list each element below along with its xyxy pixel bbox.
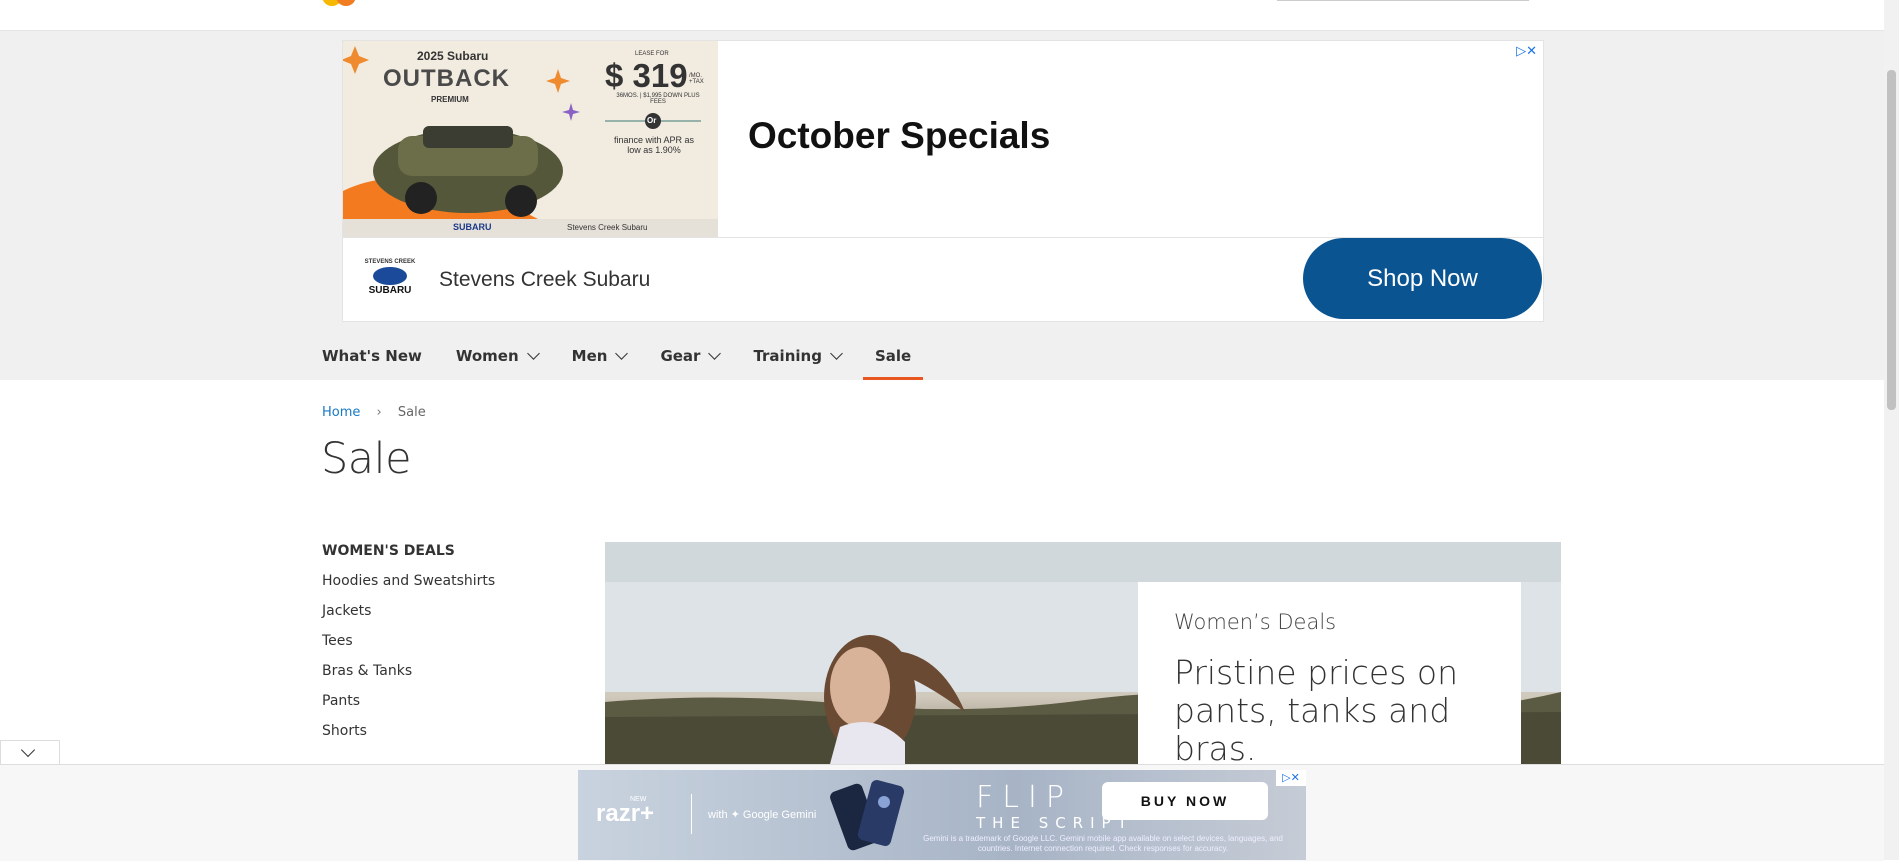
sidebar-filters: WOMEN'S DEALS Hoodies and Sweatshirts Ja…	[322, 540, 495, 750]
breadcrumb-home-link[interactable]: Home	[322, 405, 360, 420]
scrollbar-thumb[interactable]	[1887, 70, 1896, 410]
ad-advertiser-name[interactable]: Stevens Creek Subaru	[439, 268, 650, 292]
search-input[interactable]	[1277, 0, 1529, 1]
ad-flip: FLIP	[976, 780, 1073, 815]
nav-item-women[interactable]: Women	[455, 332, 540, 380]
collapse-ad-button[interactable]	[0, 740, 60, 765]
shop-now-button[interactable]: Shop Now	[1303, 238, 1542, 319]
ad-price: $ 319	[605, 57, 688, 94]
hero-headline[interactable]: Pristine prices on pants, tanks and bras…	[1174, 654, 1504, 765]
advertiser-logo-top: STEVENS CREEK	[364, 259, 416, 265]
ad-brand: SUBARU	[453, 222, 492, 232]
nav-item-label: Gear	[660, 347, 701, 365]
adchoices-icon[interactable]: ▷✕	[1276, 770, 1306, 786]
divider	[691, 794, 692, 834]
ad-image[interactable]: 2025 Subaru OUTBACK PREMIUM LEASE FOR $ …	[343, 41, 718, 237]
sidebar-item-bras-tanks[interactable]: Bras & Tanks	[322, 660, 495, 690]
chevron-down-icon	[615, 347, 629, 360]
chevron-right-icon: ›	[376, 405, 382, 420]
breadcrumb: Home › Sale	[322, 405, 426, 420]
sidebar-item-shorts[interactable]: Shorts	[322, 720, 495, 750]
ad-dealer: Stevens Creek Subaru	[567, 223, 648, 232]
hero-eyebrow: Women’s Deals	[1174, 610, 1337, 634]
sidebar-heading: WOMEN'S DEALS	[322, 543, 455, 559]
nav-item-sale[interactable]: Sale	[862, 332, 924, 380]
buy-now-button[interactable]: BUY NOW	[1102, 782, 1268, 820]
nav-item-label: Training	[753, 347, 822, 365]
ad-year-model: 2025 Subaru	[417, 49, 489, 63]
ad-fine-print: Gemini is a trademark of Google LLC. Gem…	[923, 834, 1283, 853]
nav-item-whats-new[interactable]: What's New	[322, 332, 422, 380]
sidebar-item-pants[interactable]: Pants	[322, 690, 495, 720]
ad-finance: finance with APR as low as 1.90%	[613, 135, 695, 155]
breadcrumb-current: Sale	[397, 405, 426, 420]
hero-banner[interactable]: Women’s Deals Pristine prices on pants, …	[605, 542, 1561, 764]
advertiser-logo-bottom: SUBARU	[368, 285, 412, 296]
site-logo[interactable]	[322, 0, 362, 6]
bottom-ad[interactable]: NEW razr+ with ✦ Google Gemini FLIP THE …	[578, 770, 1306, 860]
top-header	[0, 0, 1884, 31]
nav-item-label: Sale	[874, 347, 912, 365]
chevron-down-icon	[20, 742, 36, 758]
ad-model: OUTBACK	[383, 65, 510, 92]
ad-or: Or	[647, 116, 657, 125]
ad-brand: razr+	[596, 800, 655, 827]
advertiser-logo[interactable]: STEVENS CREEK SUBARU	[361, 259, 419, 303]
nav-item-label: Men	[571, 347, 608, 365]
chevron-down-icon	[708, 347, 722, 360]
phone-image	[830, 780, 905, 851]
ad-gemini: with ✦ Google Gemini	[708, 809, 817, 821]
sidebar-item-tees[interactable]: Tees	[322, 630, 495, 660]
main-nav: What's New Women Men Gear Training Sale	[322, 332, 945, 380]
subaru-star-icon	[373, 267, 407, 285]
sidebar-item-jackets[interactable]: Jackets	[322, 600, 495, 630]
page-title: Sale	[321, 434, 412, 484]
nav-item-label: Women	[455, 347, 519, 365]
nav-item-training[interactable]: Training	[753, 332, 843, 380]
hero-card: Women’s Deals Pristine prices on pants, …	[1138, 582, 1521, 764]
nav-item-men[interactable]: Men	[571, 332, 629, 380]
top-ad[interactable]: 2025 Subaru OUTBACK PREMIUM LEASE FOR $ …	[342, 40, 1544, 322]
nav-item-gear[interactable]: Gear	[660, 332, 722, 380]
adchoices-icon[interactable]: ▷✕	[1516, 43, 1537, 59]
ad-headline[interactable]: October Specials	[748, 115, 1050, 157]
nav-item-label: What's New	[322, 347, 422, 365]
ad-trim: PREMIUM	[431, 95, 469, 104]
chevron-down-icon	[830, 347, 843, 360]
ad-price-suffix: /MO. +TAX	[689, 73, 704, 85]
ad-terms: 36MOS. | $1,995 DOWN PLUS FEES	[616, 93, 700, 105]
chevron-down-icon	[526, 347, 540, 360]
page-scrollbar[interactable]	[1884, 0, 1899, 860]
sidebar-item-hoodies[interactable]: Hoodies and Sweatshirts	[322, 570, 495, 600]
